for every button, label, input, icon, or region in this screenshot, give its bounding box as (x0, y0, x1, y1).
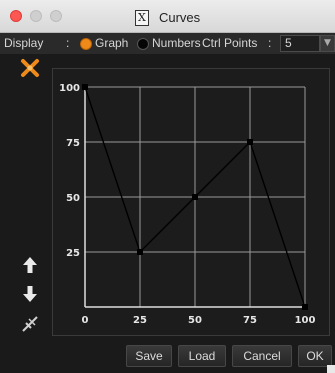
x-tick-label: 0 (82, 315, 89, 326)
display-label: Display (4, 36, 44, 50)
arrow-down-icon (23, 286, 37, 302)
reset-curve-button[interactable] (18, 313, 42, 335)
move-down-button[interactable] (18, 283, 42, 305)
magic-wand-button[interactable] (18, 57, 42, 79)
ctrl-points-label: Ctrl Points (202, 36, 258, 50)
ctrl-points-dropdown-icon[interactable]: ▼ (320, 35, 335, 52)
ctrl-points-separator: : (268, 36, 272, 50)
x11-app-icon: X (134, 9, 149, 26)
ctrl-points-input[interactable]: 5 (280, 35, 320, 52)
load-button[interactable]: Load (178, 345, 226, 367)
ok-button[interactable]: OK (298, 345, 332, 367)
x-tick-label: 75 (243, 315, 257, 326)
curve-plot[interactable]: 100 75 50 25 0 25 50 75 100 (53, 69, 331, 337)
control-point[interactable] (192, 194, 198, 200)
window-title: Curves (158, 10, 201, 25)
control-point[interactable] (302, 304, 308, 310)
graph-radio[interactable] (80, 38, 92, 50)
numbers-radio[interactable] (137, 38, 149, 50)
curve-graph[interactable]: 100 75 50 25 0 25 50 75 100 (52, 68, 330, 336)
x-tick-label: 50 (188, 315, 202, 326)
wand-icon (21, 59, 39, 77)
graph-radio-label[interactable]: Graph (95, 36, 128, 50)
move-up-button[interactable] (18, 254, 42, 276)
save-button[interactable]: Save (126, 345, 172, 367)
arrow-up-icon (23, 257, 37, 273)
x-tick-label: 100 (295, 315, 316, 326)
display-toolbar: Display : Graph Numbers Ctrl Points : 5 … (0, 33, 335, 54)
numbers-radio-label[interactable]: Numbers (152, 36, 201, 50)
control-point[interactable] (137, 249, 143, 255)
control-point[interactable] (82, 84, 88, 90)
cancel-button[interactable]: Cancel (232, 345, 292, 367)
y-tick-label: 75 (66, 138, 80, 149)
x-tick-label: 25 (133, 315, 147, 326)
resize-grip[interactable] (327, 365, 335, 373)
reset-icon (22, 316, 38, 332)
y-tick-label: 50 (66, 193, 80, 204)
display-separator: : (66, 36, 70, 50)
y-tick-label: 100 (59, 83, 80, 94)
y-tick-label: 25 (66, 248, 80, 259)
title-bar: X Curves (0, 0, 335, 33)
control-point[interactable] (247, 139, 253, 145)
